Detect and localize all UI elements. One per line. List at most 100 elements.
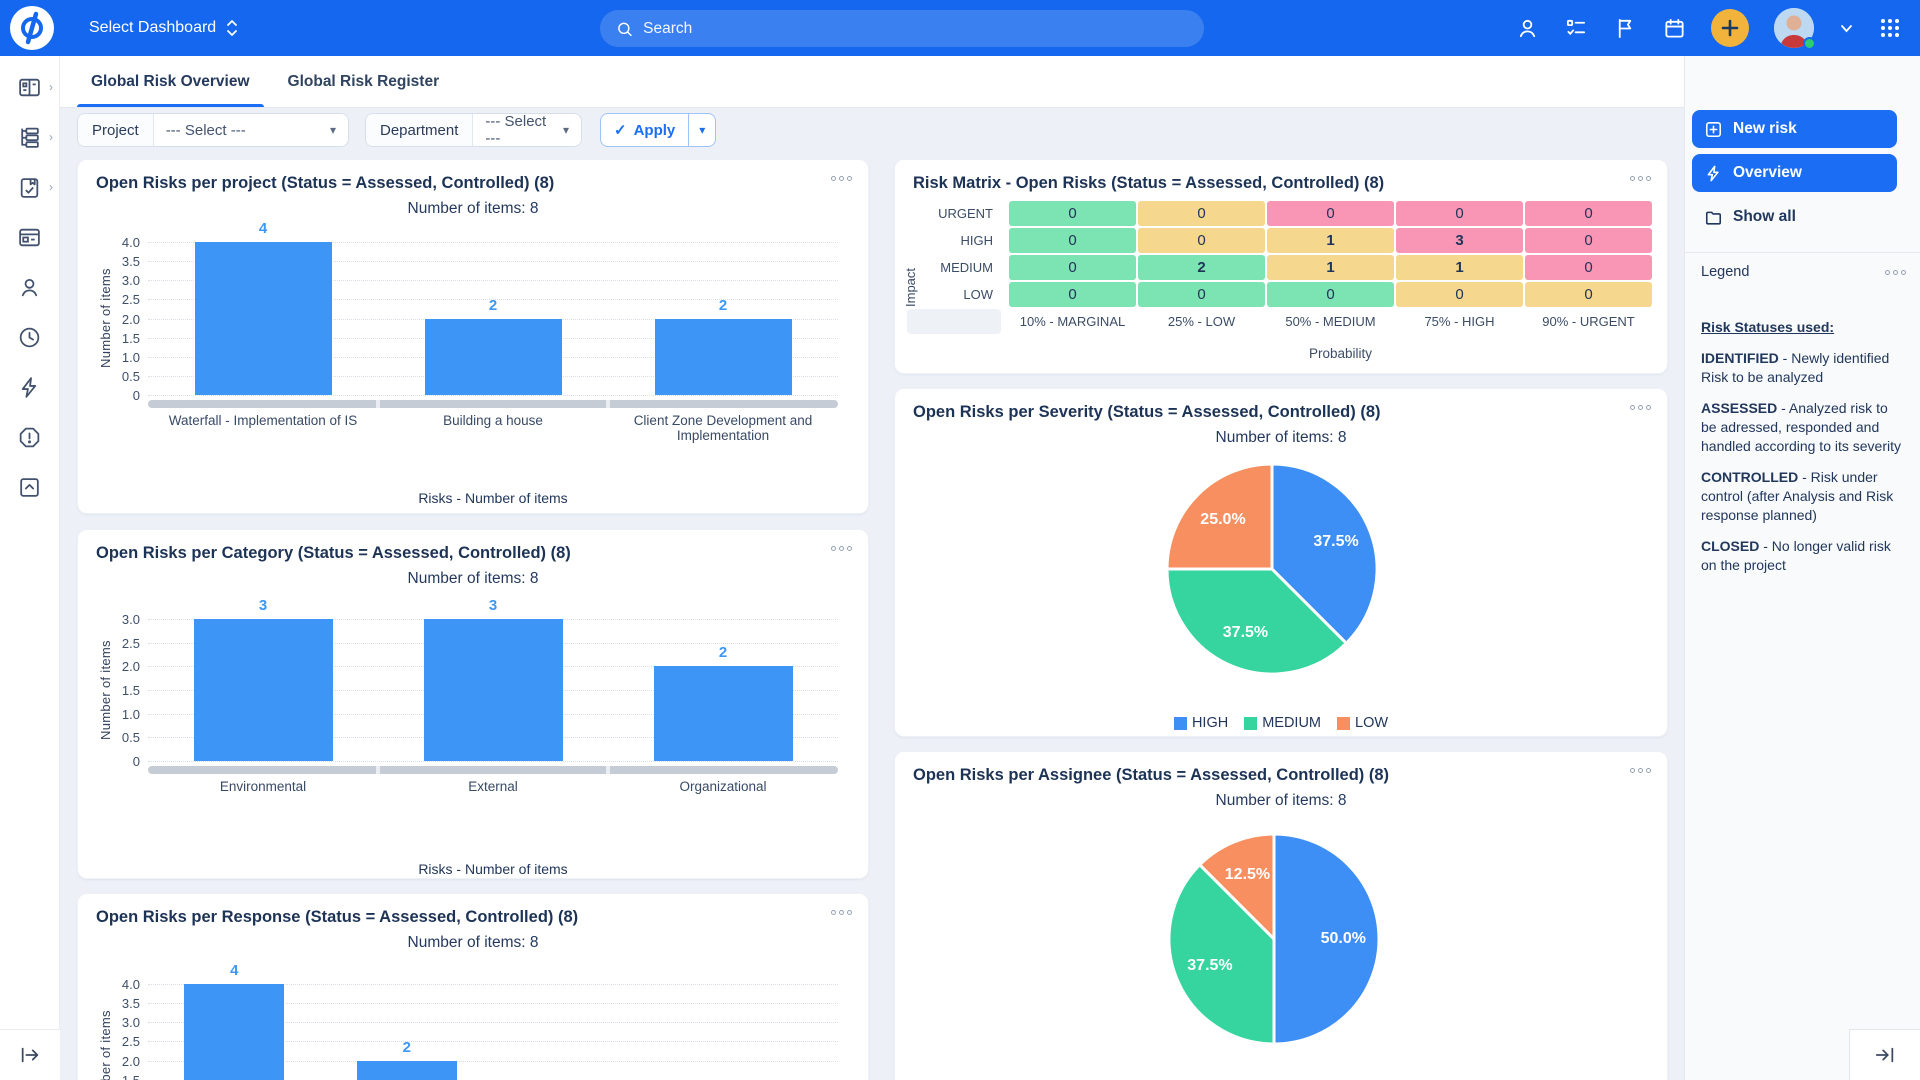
box-up-icon [17, 475, 42, 500]
search-input[interactable] [643, 20, 1188, 38]
divider [1685, 252, 1920, 253]
calendar-icon[interactable] [1662, 16, 1686, 40]
panel-open-risks-per-response: Open Risks per Response (Status = Assess… [77, 893, 869, 1080]
matrix-col-label: 50% - MEDIUM [1267, 309, 1394, 334]
checklist-icon[interactable] [1564, 16, 1588, 40]
y-axis-ticks: 00.51.01.52.02.53.03.54.0 [106, 242, 140, 395]
slice-label: 50.0% [1321, 930, 1366, 948]
chevron-right-icon: › [49, 180, 53, 194]
chart-subtitle: Number of items: 8 [78, 570, 868, 588]
overview-button[interactable]: Overview [1692, 154, 1897, 192]
plot-area: 42 [148, 984, 838, 1080]
quick-add-button[interactable] [1711, 9, 1749, 47]
panel-menu-button[interactable] [1630, 176, 1651, 181]
legend-item[interactable]: HIGH [1174, 715, 1228, 731]
gridline [148, 395, 838, 396]
main-content: Global Risk Overview Global Risk Registe… [60, 56, 1684, 1080]
chevron-right-icon: › [49, 130, 53, 144]
bar-value-label: 4 [259, 220, 267, 237]
collapse-right-sidebar-button[interactable] [1849, 1029, 1920, 1080]
user-icon [17, 275, 42, 300]
sidebar-item-time[interactable] [0, 312, 59, 362]
sidebar-item-tasks[interactable]: › [0, 162, 59, 212]
sidebar-item-quick-actions[interactable] [0, 362, 59, 412]
x-scrollbar[interactable] [148, 400, 838, 408]
sidebar-item-projects[interactable]: › [0, 112, 59, 162]
panel-title: Open Risks per Category (Status = Assess… [96, 544, 824, 563]
show-all-button[interactable]: Show all [1692, 198, 1897, 236]
slice-label: 25.0% [1200, 511, 1245, 529]
x-scrollbar[interactable] [148, 766, 838, 774]
apply-button[interactable]: ✓Apply [601, 114, 688, 146]
risk-matrix-grid: URGENT00000HIGH00130MEDIUM02110LOW000001… [907, 201, 1652, 334]
panel-menu-button[interactable] [831, 910, 852, 915]
tick-label: 2.5 [122, 1034, 140, 1049]
slice-label: 37.5% [1313, 533, 1358, 551]
user-icon[interactable] [1515, 16, 1539, 40]
legend-menu-button[interactable] [1885, 270, 1906, 275]
sidebar-item-people[interactable] [0, 262, 59, 312]
sidebar-item-dashboards[interactable]: › [0, 62, 59, 112]
panel-open-risks-per-assignee: Open Risks per Assignee (Status = Assess… [894, 751, 1668, 1080]
project-filter-select[interactable]: --- Select ---▾ [154, 122, 348, 139]
matrix-cell: 0 [1525, 228, 1652, 253]
global-search [600, 10, 1204, 47]
tick-label: 3.5 [122, 996, 140, 1011]
status-entry: ASSESSED - Analyzed risk to be adressed,… [1701, 399, 1906, 456]
bar-value-label: 3 [259, 597, 267, 614]
sidebar-item-archive[interactable] [0, 462, 59, 512]
new-risk-button[interactable]: New risk [1692, 110, 1897, 148]
department-filter-select[interactable]: --- Select ---▾ [473, 113, 581, 147]
panel-menu-button[interactable] [1630, 405, 1651, 410]
avatar[interactable] [1774, 8, 1814, 48]
legend-item[interactable]: LOW [1337, 715, 1388, 731]
tick-label: 2.0 [122, 312, 140, 327]
matrix-cell: 2 [1138, 255, 1265, 280]
bar [425, 319, 562, 396]
panel-menu-button[interactable] [1630, 768, 1651, 773]
plus-icon [1720, 18, 1740, 38]
category-label: Client Zone Development and Implementati… [608, 413, 838, 443]
panel-menu-button[interactable] [831, 176, 852, 181]
pie-chart: 37.5%37.5%25.0% [1157, 454, 1387, 684]
app-logo[interactable] [10, 6, 54, 50]
filter-bar: Project --- Select ---▾ Department --- S… [77, 113, 716, 147]
tick-label: 3.0 [122, 612, 140, 627]
matrix-cell: 0 [1009, 282, 1136, 307]
x-axis-title: Risks - Number of items [148, 490, 838, 506]
tick-label: 2.0 [122, 659, 140, 674]
tab-global-risk-overview[interactable]: Global Risk Overview [77, 56, 264, 107]
panel-risk-matrix: Risk Matrix - Open Risks (Status = Asses… [894, 159, 1668, 374]
status-entry: CLOSED - No longer valid risk on the pro… [1701, 537, 1906, 575]
matrix-cell: 0 [1525, 282, 1652, 307]
check-icon: ✓ [614, 121, 627, 139]
show-all-label: Show all [1733, 208, 1796, 226]
caret-down-icon[interactable] [1839, 16, 1853, 40]
sidebar-item-boards[interactable] [0, 212, 59, 262]
matrix-cell: 0 [1138, 201, 1265, 226]
alert-icon [17, 425, 42, 450]
matrix-col-label: 10% - MARGINAL [1009, 309, 1136, 334]
apply-options-button[interactable]: ▾ [688, 114, 715, 146]
chart-subtitle: Number of items: 8 [78, 200, 868, 218]
tab-global-risk-register[interactable]: Global Risk Register [274, 56, 454, 107]
dashboard-selector-label: Select Dashboard [89, 19, 216, 37]
logo-icon [15, 11, 49, 45]
legend-swatch [1337, 717, 1350, 730]
department-filter: Department --- Select ---▾ [365, 113, 582, 147]
flag-icon[interactable] [1613, 16, 1637, 40]
dashboard-selector[interactable]: Select Dashboard [89, 0, 238, 56]
arrow-right-icon [19, 1044, 41, 1066]
panel-title: Open Risks per Severity (Status = Assess… [913, 403, 1623, 422]
tick-label: 3.0 [122, 1015, 140, 1030]
panel-menu-button[interactable] [831, 546, 852, 551]
tick-label: 0.5 [122, 369, 140, 384]
bar [424, 619, 563, 761]
expand-left-sidebar-button[interactable] [0, 1029, 60, 1080]
apps-grid-icon[interactable] [1878, 16, 1902, 40]
bar-value-label: 2 [719, 297, 727, 314]
tick-label: 3.5 [122, 254, 140, 269]
tick-label: 0.5 [122, 730, 140, 745]
sidebar-item-risks[interactable] [0, 412, 59, 462]
legend-item[interactable]: MEDIUM [1244, 715, 1321, 731]
